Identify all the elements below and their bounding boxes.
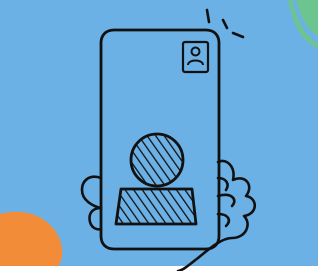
caller-body-icon [114, 187, 198, 226]
phone-video-call-illustration [0, 0, 327, 271]
caller-head-icon [129, 132, 185, 188]
illustration-canvas [0, 0, 327, 271]
